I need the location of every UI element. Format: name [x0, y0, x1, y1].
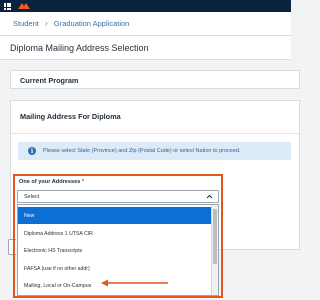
dropdown-scrollbar[interactable] [211, 205, 218, 295]
breadcrumb-student-link[interactable]: Student [13, 19, 39, 28]
required-marker: * [81, 179, 85, 185]
page-title: Diploma Mailing Address Selection [10, 42, 149, 53]
partial-button[interactable] [8, 239, 16, 255]
annotation-arrow-icon [101, 279, 168, 287]
chevron-up-icon [206, 194, 213, 199]
current-program-title: Current Program [20, 76, 79, 85]
option-label: Electronic HS Transcripts [24, 247, 83, 254]
address-field-label: One of your Addresses * [19, 179, 84, 185]
mailing-address-title: Mailing Address For Diploma [20, 112, 121, 121]
page-header: Diploma Mailing Address Selection [0, 36, 291, 60]
address-field-label-text: One of your Addresses [19, 179, 81, 185]
option-label: New [24, 212, 35, 219]
dropdown-option-electronic-hs[interactable]: Electronic HS Transcripts [18, 242, 213, 259]
info-alert: i Please select State (Province) and Zip… [18, 142, 291, 160]
dropdown-option-fafsa[interactable]: FAFSA (use if no other addr) [18, 260, 213, 277]
dropdown-option-new[interactable]: New [18, 207, 213, 224]
current-program-panel: Current Program [10, 70, 300, 89]
breadcrumb: Student › Graduation Application [0, 12, 291, 36]
university-logo-icon[interactable] [17, 2, 31, 10]
dropdown-option-diploma-address[interactable]: Diploma Address 1 UTSA CIR [18, 225, 213, 242]
address-select-value: Select [24, 193, 40, 200]
option-label: Diploma Address 1 UTSA CIR [24, 230, 93, 237]
info-alert-text: Please select State (Province) and Zip (… [43, 148, 241, 154]
option-label: FAFSA (use if no other addr) [24, 265, 90, 272]
option-label: Mailing, Local or On-Campus [24, 282, 92, 289]
scrollbar-thumb[interactable] [213, 209, 217, 264]
info-icon: i [28, 147, 36, 155]
address-select[interactable]: Select [17, 190, 219, 203]
apps-grid-icon[interactable] [4, 2, 11, 10]
breadcrumb-separator: › [44, 18, 48, 28]
top-navbar [0, 0, 291, 12]
panel-divider [11, 133, 299, 134]
breadcrumb-graduation-application-link[interactable]: Graduation Application [54, 19, 129, 28]
